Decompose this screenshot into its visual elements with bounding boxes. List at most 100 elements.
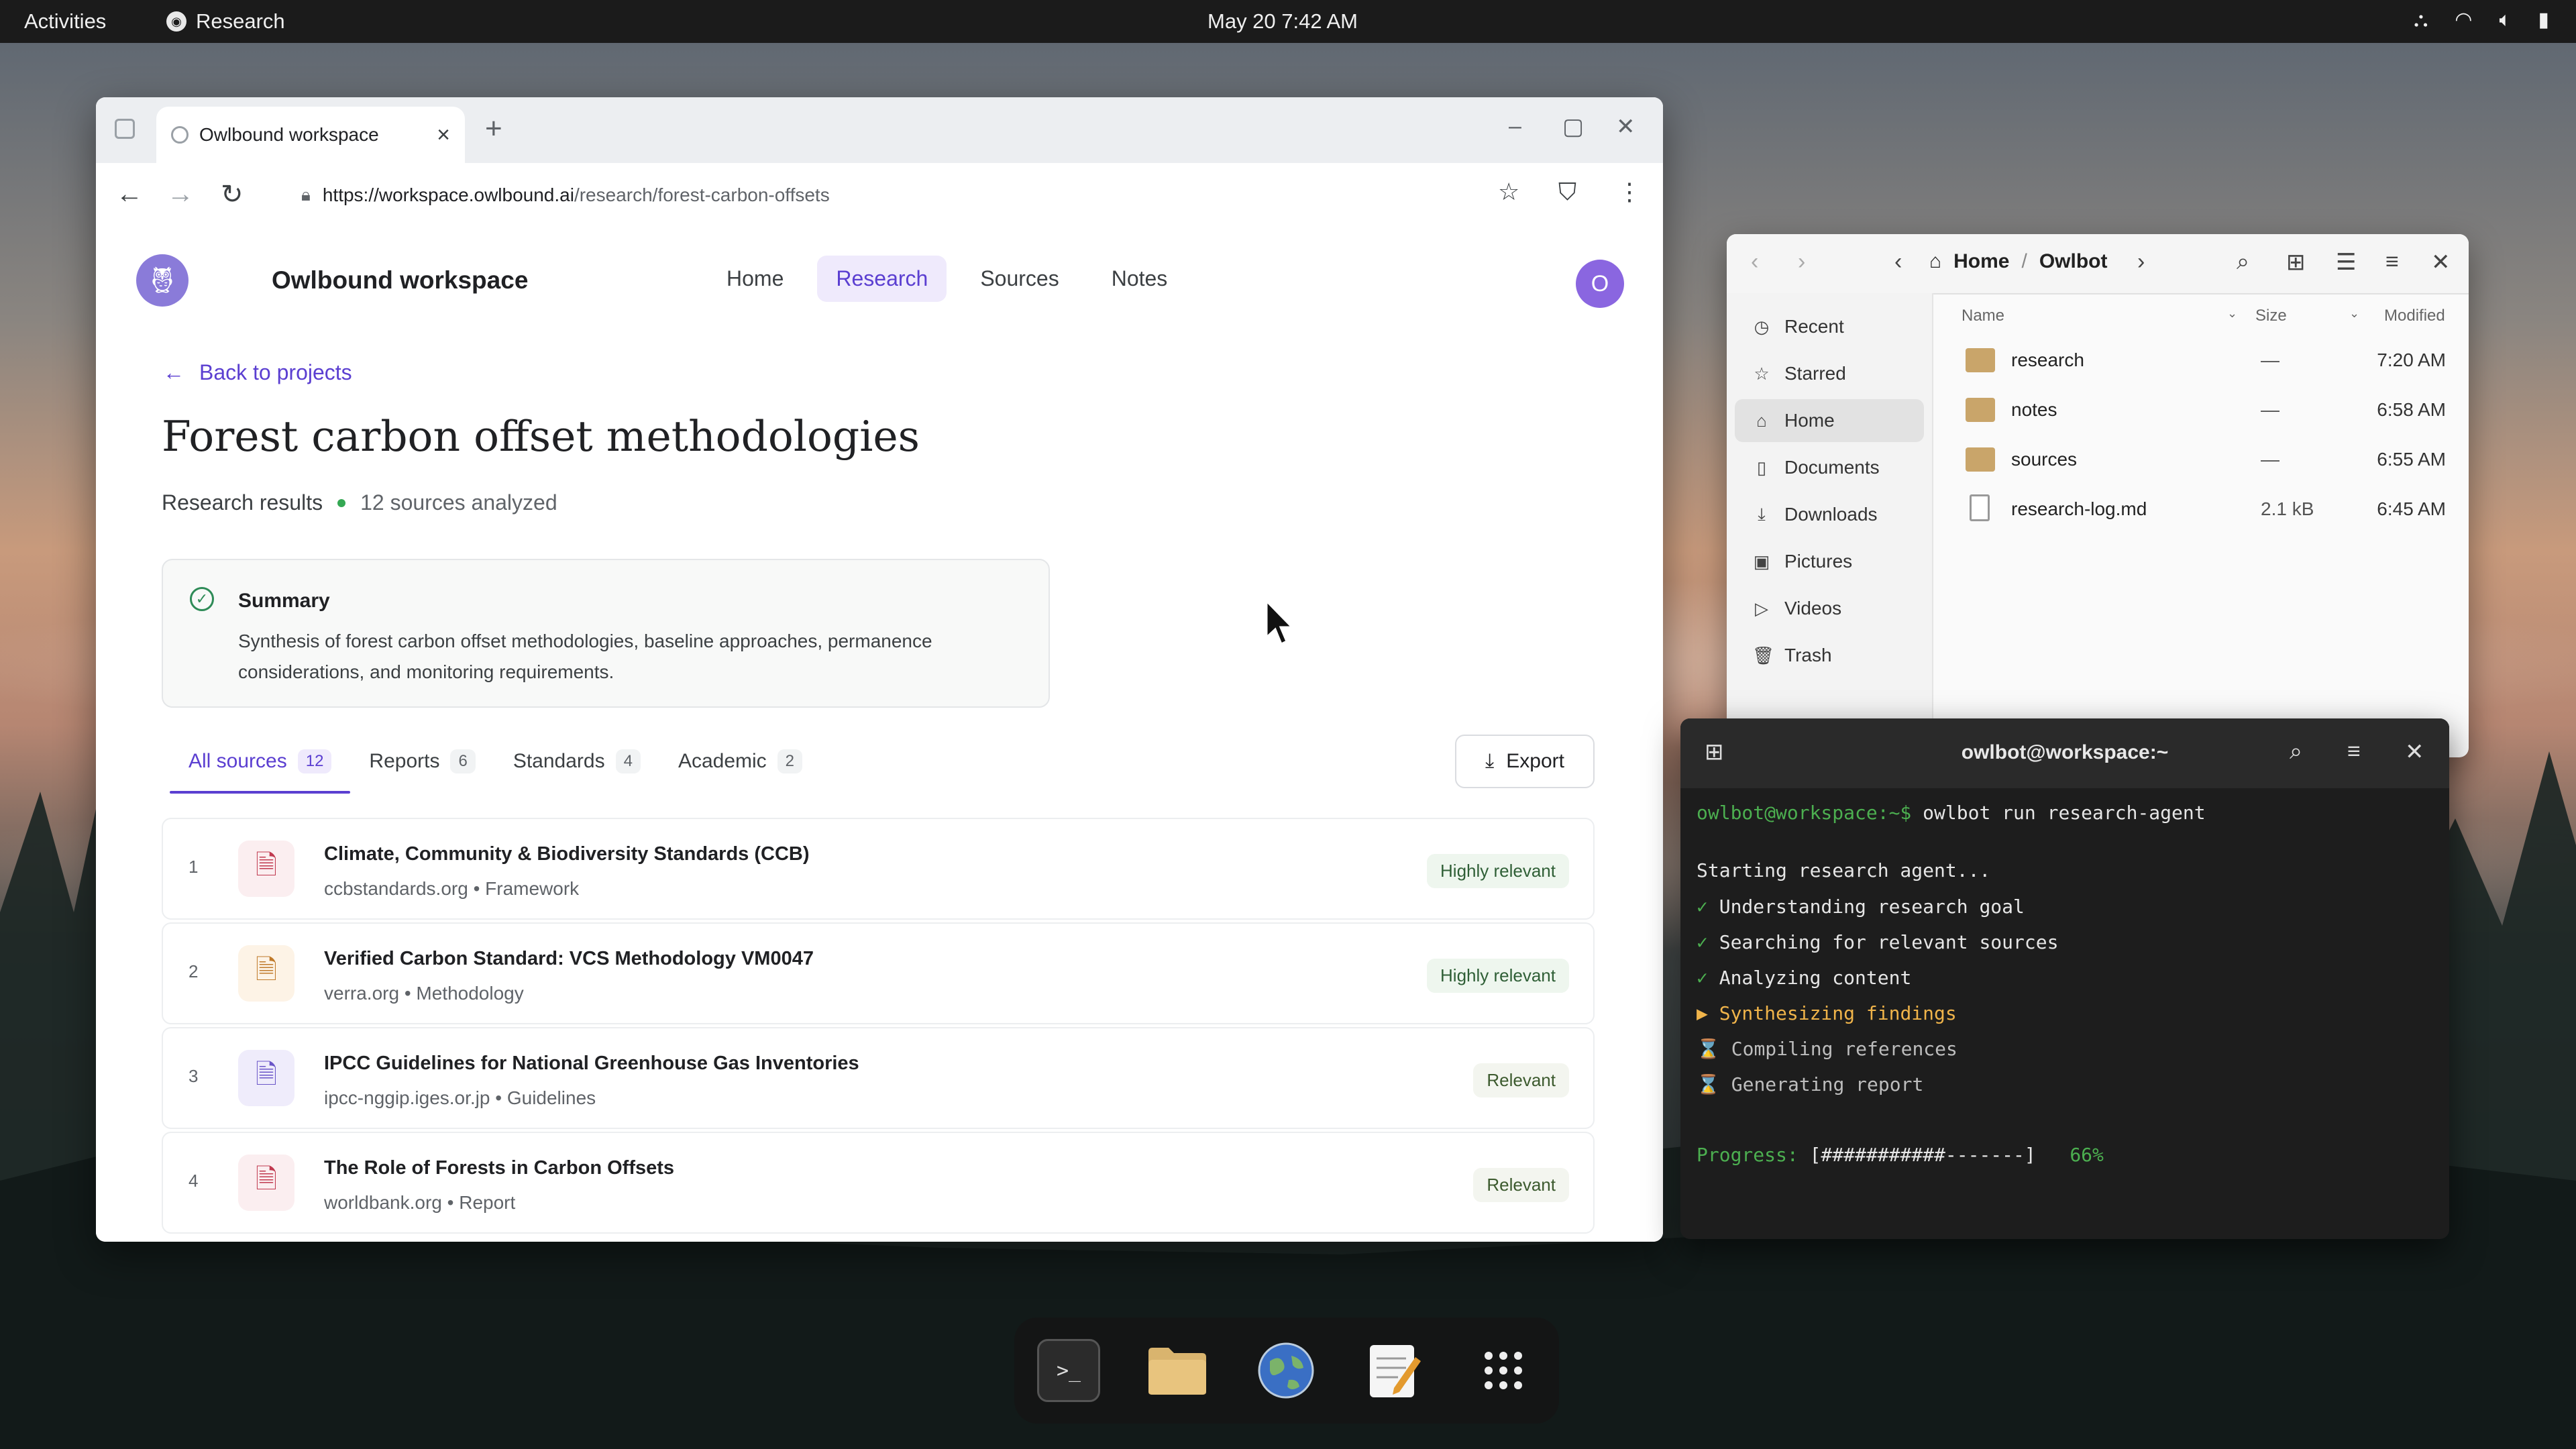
bookmark-star-icon[interactable]: ☆ <box>1498 178 1519 206</box>
sidebar-item-pictures[interactable]: ▣ Pictures <box>1735 540 1924 583</box>
folder-icon <box>1966 447 1995 472</box>
files-app-icon[interactable] <box>1146 1339 1209 1402</box>
menu-icon[interactable]: ≡ <box>2347 739 2361 765</box>
crumb-current[interactable]: Owlbot <box>2039 250 2108 273</box>
close-window-icon[interactable]: ✕ <box>1616 113 1635 140</box>
nav-home[interactable]: Home <box>708 256 802 302</box>
sidebar-label: Videos <box>1784 598 1842 619</box>
back-arrow-icon[interactable]: ‹ <box>1751 249 1758 275</box>
close-icon[interactable]: ✕ <box>2431 249 2451 276</box>
item-number: 2 <box>189 961 199 981</box>
activities-button[interactable]: Activities <box>24 9 106 34</box>
file-modified: 7:20 AM <box>2377 350 2446 370</box>
item-title[interactable]: IPCC Guidelines for National Greenhouse … <box>324 1053 859 1075</box>
tab-standards[interactable]: Standards 4 <box>494 729 659 794</box>
terminal-app-icon[interactable]: >_ <box>1037 1339 1100 1402</box>
sidebar-item-home[interactable]: ⌂ Home <box>1735 399 1924 442</box>
search-icon[interactable]: ⌕ <box>2237 249 2249 275</box>
count-badge: 12 <box>297 749 332 773</box>
file-row[interactable]: sources — 6:55 AM <box>1966 438 2451 486</box>
sidebar-item-videos[interactable]: ▷ Videos <box>1735 587 1924 630</box>
maximize-icon[interactable]: ▢ <box>1562 113 1584 140</box>
terminal-header: ⊞ owlbot@workspace:~ ⌕ ≡ ✕ <box>1680 718 2449 788</box>
sort-options-icon[interactable]: ☰ <box>2336 249 2356 276</box>
text-editor-app-icon[interactable] <box>1363 1339 1426 1402</box>
url-field[interactable]: 🔒︎ https://workspace.owlbound.ai/researc… <box>286 175 1599 215</box>
forward-arrow-icon[interactable]: › <box>1798 249 1805 275</box>
item-title[interactable]: The Role of Forests in Carbon Offsets <box>324 1157 674 1179</box>
crumb-home[interactable]: Home <box>1953 250 2009 273</box>
shield-icon[interactable]: ⛉ <box>1558 178 1576 207</box>
tab-list-icon[interactable] <box>115 119 135 139</box>
back-arrow-icon[interactable]: ← <box>116 179 143 209</box>
close-tab-icon[interactable]: × <box>437 122 450 148</box>
browser-app-icon[interactable] <box>1254 1339 1318 1402</box>
app-menu[interactable]: ◉ Research <box>166 9 285 34</box>
list-item[interactable]: 3 🗎︎ IPCC Guidelines for National Greenh… <box>162 1027 1595 1129</box>
tab-label: Reports <box>369 750 440 772</box>
summary-title: Summary <box>238 590 330 612</box>
column-modified[interactable]: Modified <box>2384 307 2445 325</box>
column-size[interactable]: Size <box>2255 307 2287 325</box>
nav-research[interactable]: Research <box>817 256 947 302</box>
sidebar-item-recent[interactable]: ◷ Recent <box>1735 305 1924 348</box>
owl-logo-icon[interactable]: 🦉︎ <box>136 254 189 307</box>
tab-all-sources[interactable]: All sources 12 <box>170 729 351 794</box>
close-icon[interactable]: ✕ <box>2405 739 2424 765</box>
export-label: Export <box>1506 750 1564 772</box>
export-button[interactable]: ⤓ Export <box>1455 735 1595 788</box>
sidebar-item-trash[interactable]: 🗑︎ Trash <box>1735 634 1924 677</box>
wifi-icon[interactable]: ◠ <box>2455 8 2472 32</box>
app-grid-icon[interactable] <box>1472 1339 1535 1402</box>
browser-tab[interactable]: Owlbound workspace × <box>156 107 465 163</box>
home-icon: ⌂ <box>1756 410 1767 431</box>
user-avatar[interactable]: O <box>1576 260 1624 308</box>
meta-label: Research results <box>162 490 323 515</box>
document-icon: 🗎︎ <box>238 1155 294 1211</box>
chevron-right-icon[interactable]: › <box>2137 249 2145 275</box>
volume-icon[interactable]: 🔈︎ <box>2499 9 2511 32</box>
step-line-pending: ⌛ Generating report <box>1697 1073 1923 1095</box>
nav-notes[interactable]: Notes <box>1093 256 1187 302</box>
column-name[interactable]: Name <box>1962 307 2004 325</box>
chevron-down-icon[interactable]: ⌄ <box>2349 307 2359 321</box>
source-filter-tabs: All sources 12 Reports 6 Standards 4 Aca… <box>170 729 821 794</box>
brand-name[interactable]: Owlbound workspace <box>272 266 528 294</box>
forward-arrow-icon[interactable]: → <box>167 179 194 209</box>
file-modified: 6:58 AM <box>2377 399 2446 420</box>
tab-academic[interactable]: Academic 2 <box>659 729 821 794</box>
list-item[interactable]: 1 🗎︎ Climate, Community & Biodiversity S… <box>162 818 1595 920</box>
file-manager-window: ‹ › ‹ ⌂ Home / Owlbot › ⌕ ⊞ ☰ ≡ ✕ ◷ Recen… <box>1727 234 2469 757</box>
search-icon[interactable]: ⌕ <box>2290 739 2302 765</box>
network-icon[interactable]: ⛬ <box>2414 9 2428 32</box>
new-tab-button[interactable]: + <box>485 112 502 146</box>
menu-kebab-icon[interactable]: ⋮ <box>1617 178 1642 206</box>
list-item[interactable]: 2 🗎︎ Verified Carbon Standard: VCS Metho… <box>162 922 1595 1024</box>
menu-icon[interactable]: ≡ <box>2385 249 2399 275</box>
file-row[interactable]: research — 7:20 AM <box>1966 339 2451 387</box>
clock[interactable]: May 20 7:42 AM <box>1208 9 1358 34</box>
count-badge: 2 <box>777 749 803 773</box>
sidebar-label: Downloads <box>1784 504 1878 525</box>
battery-icon[interactable]: ▮ <box>2538 8 2549 32</box>
reload-icon[interactable]: ↻ <box>221 179 244 210</box>
file-row[interactable]: notes — 6:58 AM <box>1966 388 2451 437</box>
back-to-projects-link[interactable]: ← Back to projects <box>163 360 352 385</box>
tab-reports[interactable]: Reports 6 <box>350 729 494 794</box>
chevron-down-icon[interactable]: ⌄ <box>2227 307 2237 321</box>
sidebar-item-downloads[interactable]: ⤓ Downloads <box>1735 493 1924 536</box>
file-name: sources <box>2011 449 2078 470</box>
chevron-left-icon[interactable]: ‹ <box>1894 249 1902 275</box>
sidebar-item-starred[interactable]: ☆ Starred <box>1735 352 1924 395</box>
nav-sources[interactable]: Sources <box>961 256 1077 302</box>
minimize-icon[interactable]: – <box>1509 113 1521 140</box>
list-item[interactable]: 4 🗎︎ The Role of Forests in Carbon Offse… <box>162 1132 1595 1234</box>
file-row[interactable]: research-log.md 2.1 kB 6:45 AM <box>1966 488 2451 536</box>
item-title[interactable]: Climate, Community & Biodiversity Standa… <box>324 843 810 865</box>
sidebar-item-documents[interactable]: ▯ Documents <box>1735 446 1924 489</box>
system-tray[interactable]: ⛬ ◠ 🔈︎ ▮ <box>2414 8 2549 32</box>
tab-label: Standards <box>513 750 605 772</box>
video-icon: ▷ <box>1755 598 1768 619</box>
grid-view-icon[interactable]: ⊞ <box>2286 249 2306 276</box>
item-title[interactable]: Verified Carbon Standard: VCS Methodolog… <box>324 948 814 970</box>
